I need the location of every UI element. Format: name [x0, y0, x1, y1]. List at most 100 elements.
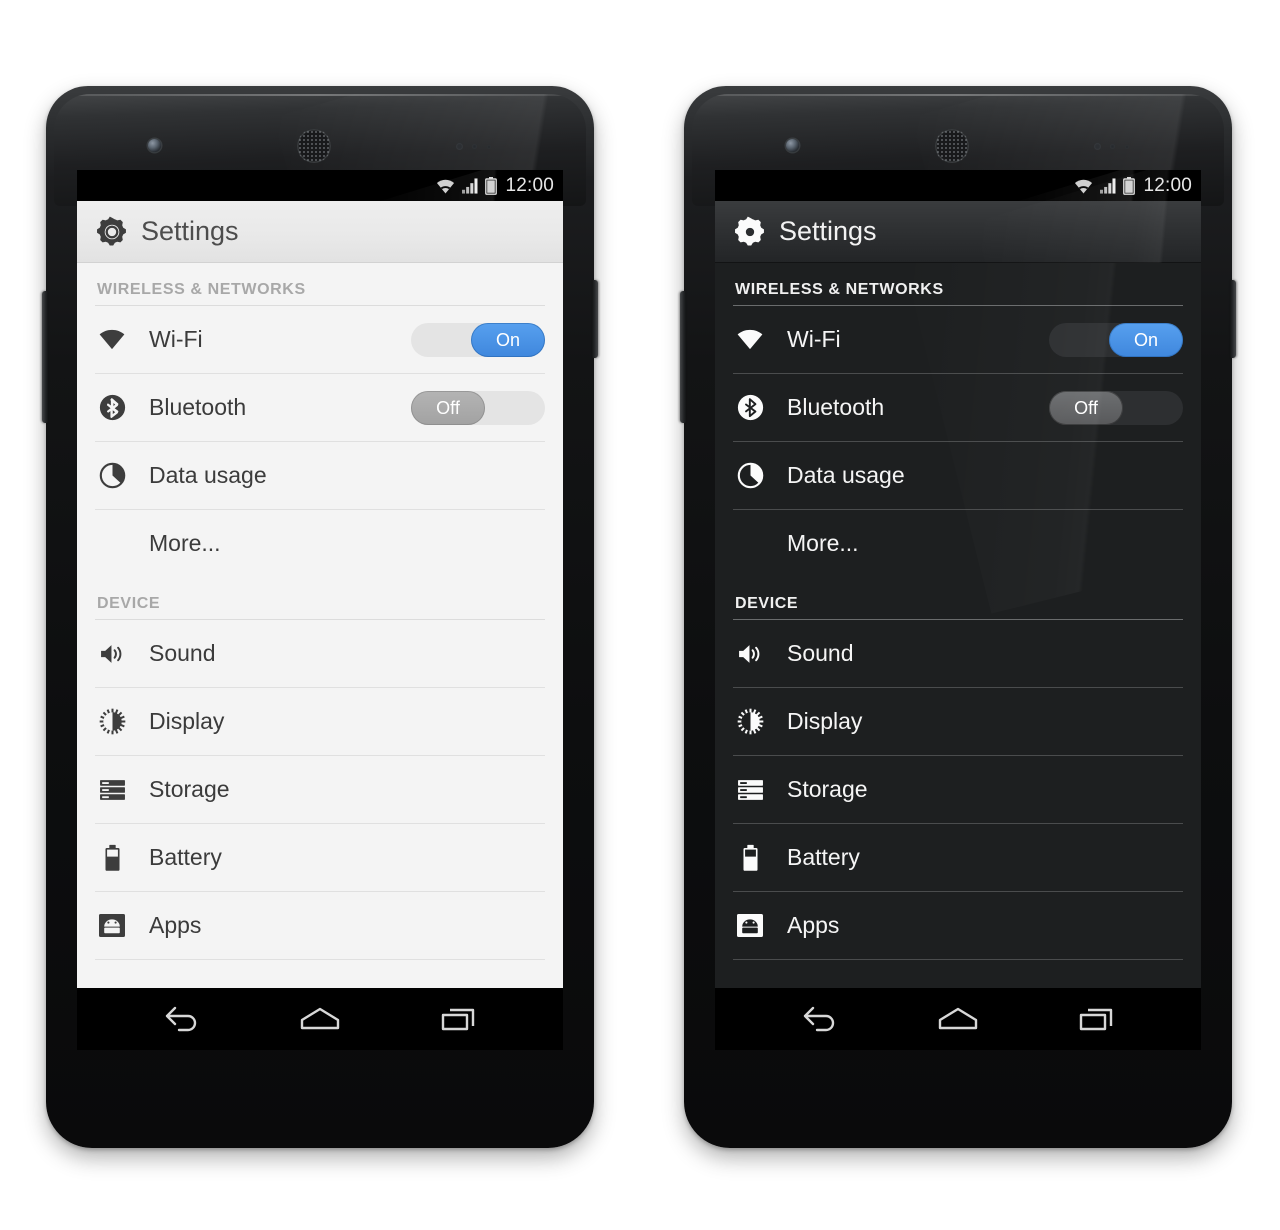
phone-screen-light: 12:00 Settings WIRELESS & NETWORKS Wi-Fi… [77, 170, 563, 1050]
list-item-wifi[interactable]: Wi-Fi On [77, 306, 563, 373]
list-item-label: Data usage [787, 462, 905, 488]
front-camera-icon [786, 139, 799, 152]
wifi-icon [735, 325, 765, 355]
wifi-icon [1075, 179, 1093, 193]
battery-icon [1123, 176, 1136, 195]
power-button[interactable] [592, 280, 598, 358]
list-item-label: More... [149, 530, 221, 556]
front-camera-icon [148, 139, 161, 152]
back-button[interactable] [155, 1002, 207, 1036]
list-item-bluetooth[interactable]: Bluetooth Off [715, 374, 1201, 441]
wifi-toggle-switch[interactable]: On [1049, 322, 1183, 357]
section-header-device: DEVICE [97, 595, 161, 612]
list-item-label: Bluetooth [787, 394, 885, 420]
home-icon [938, 1007, 978, 1030]
list-item-display[interactable]: Display [77, 688, 563, 755]
list-item-label: Display [787, 708, 863, 734]
app-title: Settings [141, 216, 239, 246]
recents-icon [442, 1008, 475, 1031]
list-item-label: More... [787, 530, 859, 556]
settings-gear-icon [735, 216, 764, 246]
switch-thumb: On [471, 322, 545, 357]
battery-icon [97, 843, 127, 873]
list-item-label: Battery [787, 844, 860, 870]
cellular-signal-icon [1100, 177, 1116, 194]
storage-icon [97, 775, 127, 805]
list-item-storage[interactable]: Storage [77, 756, 563, 823]
list-item-storage[interactable]: Storage [715, 756, 1201, 823]
row-divider [95, 959, 545, 960]
data-usage-icon [735, 461, 765, 491]
list-item-data-usage[interactable]: Data usage [715, 442, 1201, 509]
list-item-battery[interactable]: Battery [715, 824, 1201, 891]
list-item-label: Data usage [149, 462, 267, 488]
cellular-signal-icon [462, 177, 478, 194]
section-header-wireless: WIRELESS & NETWORKS [97, 281, 306, 298]
list-item-more[interactable]: More... [715, 510, 1201, 577]
list-item-label: Apps [787, 912, 840, 938]
list-item-label: Wi-Fi [787, 326, 841, 352]
app-title: Settings [779, 216, 877, 246]
phone-device-dark: 12:00 Settings WIRELESS & NETWORKS Wi-Fi… [680, 86, 1236, 1162]
data-usage-icon [97, 461, 127, 491]
status-bar: 12:00 [77, 170, 563, 265]
list-item-battery[interactable]: Battery [77, 824, 563, 891]
list-item-display[interactable]: Display [715, 688, 1201, 755]
status-bar-clock: 12:00 [505, 175, 554, 196]
list-item-label: Storage [787, 776, 868, 802]
bluetooth-toggle-switch[interactable]: Off [1049, 390, 1183, 425]
storage-icon [735, 775, 765, 805]
status-bar-clock: 12:00 [1143, 175, 1192, 196]
bluetooth-toggle-switch[interactable]: Off [411, 390, 545, 425]
battery-icon [735, 843, 765, 873]
wifi-toggle-switch[interactable]: On [411, 322, 545, 357]
list-item-apps[interactable]: Apps [77, 892, 563, 959]
list-item-more[interactable]: More... [77, 510, 563, 577]
volume-rocker-button[interactable] [680, 291, 686, 423]
settings-list[interactable]: WIRELESS & NETWORKS Wi-Fi On Bluetooth O… [715, 263, 1201, 988]
bluetooth-icon [97, 393, 127, 423]
row-divider [733, 959, 1183, 960]
screenshot-stage: 12:00 Settings WIRELESS & NETWORKS Wi-Fi… [0, 0, 1280, 1230]
list-item-label: Bluetooth [149, 394, 247, 420]
section-header-wireless: WIRELESS & NETWORKS [735, 281, 944, 298]
settings-list[interactable]: WIRELESS & NETWORKS Wi-Fi On Bluetooth O… [77, 263, 563, 988]
recents-icon [1080, 1008, 1113, 1031]
bluetooth-icon [735, 393, 765, 423]
list-item-sound[interactable]: Sound [77, 620, 563, 687]
home-button[interactable] [932, 1002, 984, 1036]
recents-button[interactable] [1071, 1002, 1123, 1036]
proximity-sensor-icon [456, 143, 500, 151]
status-bar: 12:00 [715, 170, 1201, 265]
battery-icon [485, 176, 498, 195]
phone-screen-dark: 12:00 Settings WIRELESS & NETWORKS Wi-Fi… [715, 170, 1201, 1050]
list-item-label: Storage [149, 776, 230, 802]
earpiece-speaker-icon [297, 129, 331, 163]
navigation-bar [77, 988, 563, 1050]
display-brightness-icon [97, 707, 127, 737]
home-icon [300, 1007, 340, 1030]
switch-thumb: Off [1049, 390, 1123, 425]
list-item-wifi[interactable]: Wi-Fi On [715, 306, 1201, 373]
wifi-icon [437, 179, 455, 193]
home-button[interactable] [294, 1002, 346, 1036]
recents-button[interactable] [433, 1002, 485, 1036]
back-button[interactable] [793, 1002, 845, 1036]
settings-gear-icon [97, 216, 126, 246]
action-bar: Settings [77, 201, 563, 263]
action-bar: Settings [715, 170, 1201, 386]
list-item-bluetooth[interactable]: Bluetooth Off [77, 374, 563, 441]
list-item-apps[interactable]: Apps [715, 892, 1201, 959]
volume-rocker-button[interactable] [42, 291, 48, 423]
list-item-label: Display [149, 708, 225, 734]
list-item-label: Sound [149, 640, 216, 666]
sound-speaker-icon [97, 639, 127, 669]
power-button[interactable] [1230, 280, 1236, 358]
proximity-sensor-icon [1094, 143, 1138, 151]
back-arrow-icon [165, 1006, 196, 1032]
android-apps-icon [735, 911, 765, 941]
list-item-sound[interactable]: Sound [715, 620, 1201, 687]
switch-thumb: On [1109, 322, 1183, 357]
sound-speaker-icon [735, 639, 765, 669]
list-item-data-usage[interactable]: Data usage [77, 442, 563, 509]
